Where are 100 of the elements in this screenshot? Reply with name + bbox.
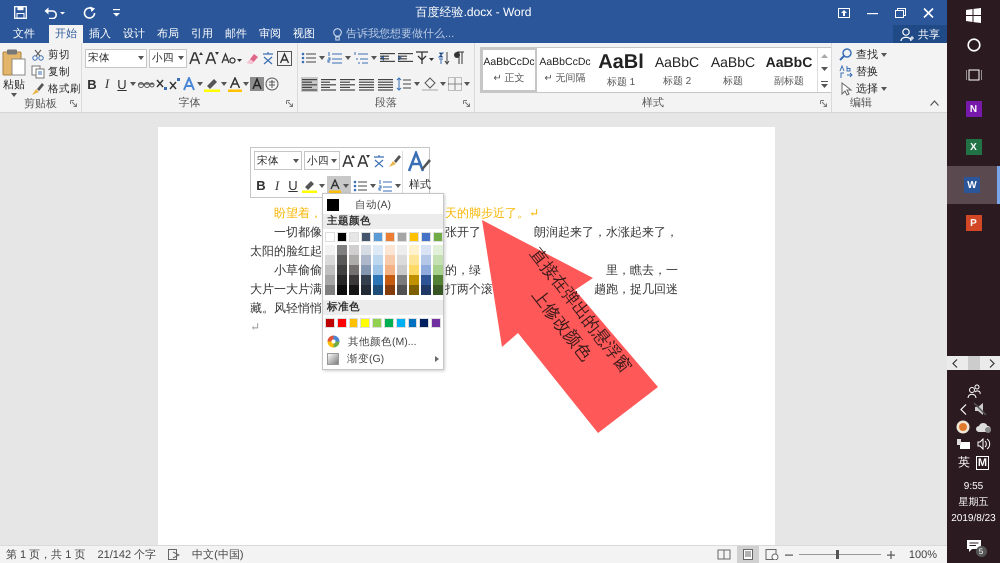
color-swatch[interactable] bbox=[325, 285, 335, 295]
clock-date[interactable]: 2019/8/23 bbox=[951, 511, 996, 527]
save-icon[interactable] bbox=[14, 6, 27, 19]
character-border-icon[interactable] bbox=[277, 50, 292, 66]
clear-formatting-icon[interactable] bbox=[245, 51, 259, 65]
color-swatch[interactable] bbox=[433, 245, 443, 255]
color-swatch[interactable] bbox=[397, 232, 407, 242]
color-swatch[interactable] bbox=[373, 255, 383, 265]
color-swatch[interactable] bbox=[348, 318, 358, 328]
font-name-field[interactable]: 宋体 bbox=[85, 48, 147, 68]
cloud-icon[interactable] bbox=[976, 421, 991, 433]
close-icon[interactable] bbox=[923, 8, 934, 18]
color-swatch[interactable] bbox=[409, 255, 419, 265]
asian-layout-icon[interactable] bbox=[415, 51, 435, 65]
color-swatch[interactable] bbox=[433, 275, 443, 285]
color-swatch[interactable] bbox=[385, 265, 395, 275]
scroll-left-icon[interactable] bbox=[952, 358, 958, 368]
view-button[interactable] bbox=[736, 546, 759, 563]
color-swatch[interactable] bbox=[385, 245, 395, 255]
color-swatch[interactable] bbox=[349, 265, 359, 275]
color-swatch[interactable] bbox=[385, 275, 395, 285]
clipboard-command[interactable]: 格式刷 bbox=[48, 82, 81, 96]
color-swatch[interactable] bbox=[433, 265, 443, 275]
color-swatch[interactable] bbox=[433, 255, 443, 265]
color-swatch[interactable] bbox=[349, 285, 359, 295]
color-swatch[interactable] bbox=[433, 232, 443, 242]
copy-icon[interactable] bbox=[31, 64, 45, 78]
format-button[interactable]: U bbox=[115, 76, 129, 92]
ribbon-tab[interactable]: 开始 bbox=[49, 25, 83, 43]
enclose-characters-icon[interactable] bbox=[265, 77, 279, 91]
collapse-ribbon-icon[interactable] bbox=[930, 100, 939, 106]
color-swatch[interactable] bbox=[325, 255, 335, 265]
color-swatch[interactable] bbox=[349, 275, 359, 285]
dialog-launcher-icon[interactable] bbox=[820, 100, 827, 107]
restore-icon[interactable] bbox=[895, 8, 906, 18]
sort-icon[interactable] bbox=[437, 51, 451, 65]
color-swatch[interactable] bbox=[337, 255, 347, 265]
distributed-icon[interactable] bbox=[377, 76, 394, 92]
color-swatch[interactable] bbox=[409, 285, 419, 295]
paintbrush-icon[interactable] bbox=[31, 82, 45, 96]
taskbar-app-button[interactable]: P bbox=[947, 204, 1000, 242]
shrink-font-icon[interactable] bbox=[357, 154, 370, 167]
numbering-icon[interactable] bbox=[327, 51, 343, 65]
chevron-left-icon[interactable] bbox=[960, 404, 967, 414]
decrease-indent-icon[interactable] bbox=[379, 51, 395, 65]
justify-icon[interactable] bbox=[358, 76, 375, 92]
taskbar-app-button[interactable]: N bbox=[947, 90, 1000, 128]
font-name-field[interactable]: 宋体 bbox=[254, 151, 302, 170]
font-size-field[interactable]: 小四 bbox=[149, 48, 187, 68]
color-swatch[interactable] bbox=[361, 232, 371, 242]
share-button[interactable]: 共享 bbox=[893, 25, 947, 43]
color-swatch[interactable] bbox=[361, 275, 371, 285]
color-swatch[interactable] bbox=[337, 245, 347, 255]
slider-thumb[interactable] bbox=[836, 550, 839, 559]
ribbon-display-icon[interactable] bbox=[838, 8, 850, 18]
page-count[interactable]: 第 1 页，共 1 页 bbox=[6, 547, 86, 562]
redo-icon[interactable] bbox=[83, 6, 96, 19]
show-marks-icon[interactable] bbox=[453, 51, 465, 65]
color-swatch[interactable] bbox=[385, 285, 395, 295]
shading-icon[interactable] bbox=[422, 77, 438, 91]
editing-button[interactable]: 查找 bbox=[839, 47, 887, 62]
color-swatch[interactable] bbox=[337, 275, 347, 285]
color-swatch[interactable] bbox=[372, 318, 382, 328]
color-swatch[interactable] bbox=[373, 265, 383, 275]
ribbon-tab[interactable]: 视图 bbox=[287, 25, 321, 43]
undo-icon[interactable] bbox=[44, 6, 66, 19]
style-gallery-item[interactable]: AaBbC 副标题 bbox=[761, 48, 817, 92]
shrink-font-icon[interactable] bbox=[205, 51, 219, 65]
style-gallery-item[interactable]: AaBbC 标题 bbox=[705, 48, 761, 92]
color-swatch[interactable] bbox=[421, 285, 431, 295]
color-swatch[interactable] bbox=[337, 232, 347, 242]
tell-me-field[interactable]: 告诉我您想要做什么... bbox=[346, 28, 476, 40]
borders-icon[interactable] bbox=[448, 77, 462, 91]
subscript-icon[interactable] bbox=[156, 77, 168, 91]
bullets-icon[interactable] bbox=[301, 51, 317, 65]
color-swatch[interactable] bbox=[397, 285, 407, 295]
style-gallery-item[interactable]: AaBbC 标题 2 bbox=[649, 48, 705, 92]
change-case-icon[interactable] bbox=[221, 51, 243, 65]
character-shading-icon[interactable] bbox=[250, 77, 264, 91]
color-swatch[interactable] bbox=[325, 232, 335, 242]
scroll-down-icon[interactable] bbox=[821, 66, 828, 72]
ribbon-tab[interactable]: 插入 bbox=[83, 25, 117, 43]
align-center-icon[interactable] bbox=[320, 76, 337, 92]
scroll-right-icon[interactable] bbox=[989, 358, 995, 368]
color-swatch[interactable] bbox=[325, 275, 335, 285]
taskbar-app-button[interactable]: W bbox=[947, 166, 1000, 204]
color-swatch[interactable] bbox=[384, 318, 394, 328]
scissors-icon[interactable] bbox=[31, 48, 45, 62]
customize-icon[interactable] bbox=[113, 8, 120, 16]
network-icon[interactable] bbox=[956, 438, 970, 450]
font-size-field[interactable]: 小四 bbox=[304, 151, 340, 170]
color-swatch[interactable] bbox=[373, 285, 383, 295]
phonetic-guide-icon[interactable] bbox=[261, 51, 275, 65]
numbering-icon[interactable] bbox=[378, 179, 393, 192]
highlighter-icon[interactable] bbox=[302, 178, 317, 192]
editing-button[interactable]: 替换 bbox=[839, 64, 887, 79]
search-circle-icon[interactable] bbox=[966, 38, 980, 52]
language-indicator[interactable]: 中文(中国) bbox=[192, 547, 244, 562]
ribbon-tab[interactable]: 引用 bbox=[185, 25, 219, 43]
color-swatch[interactable] bbox=[337, 265, 347, 275]
